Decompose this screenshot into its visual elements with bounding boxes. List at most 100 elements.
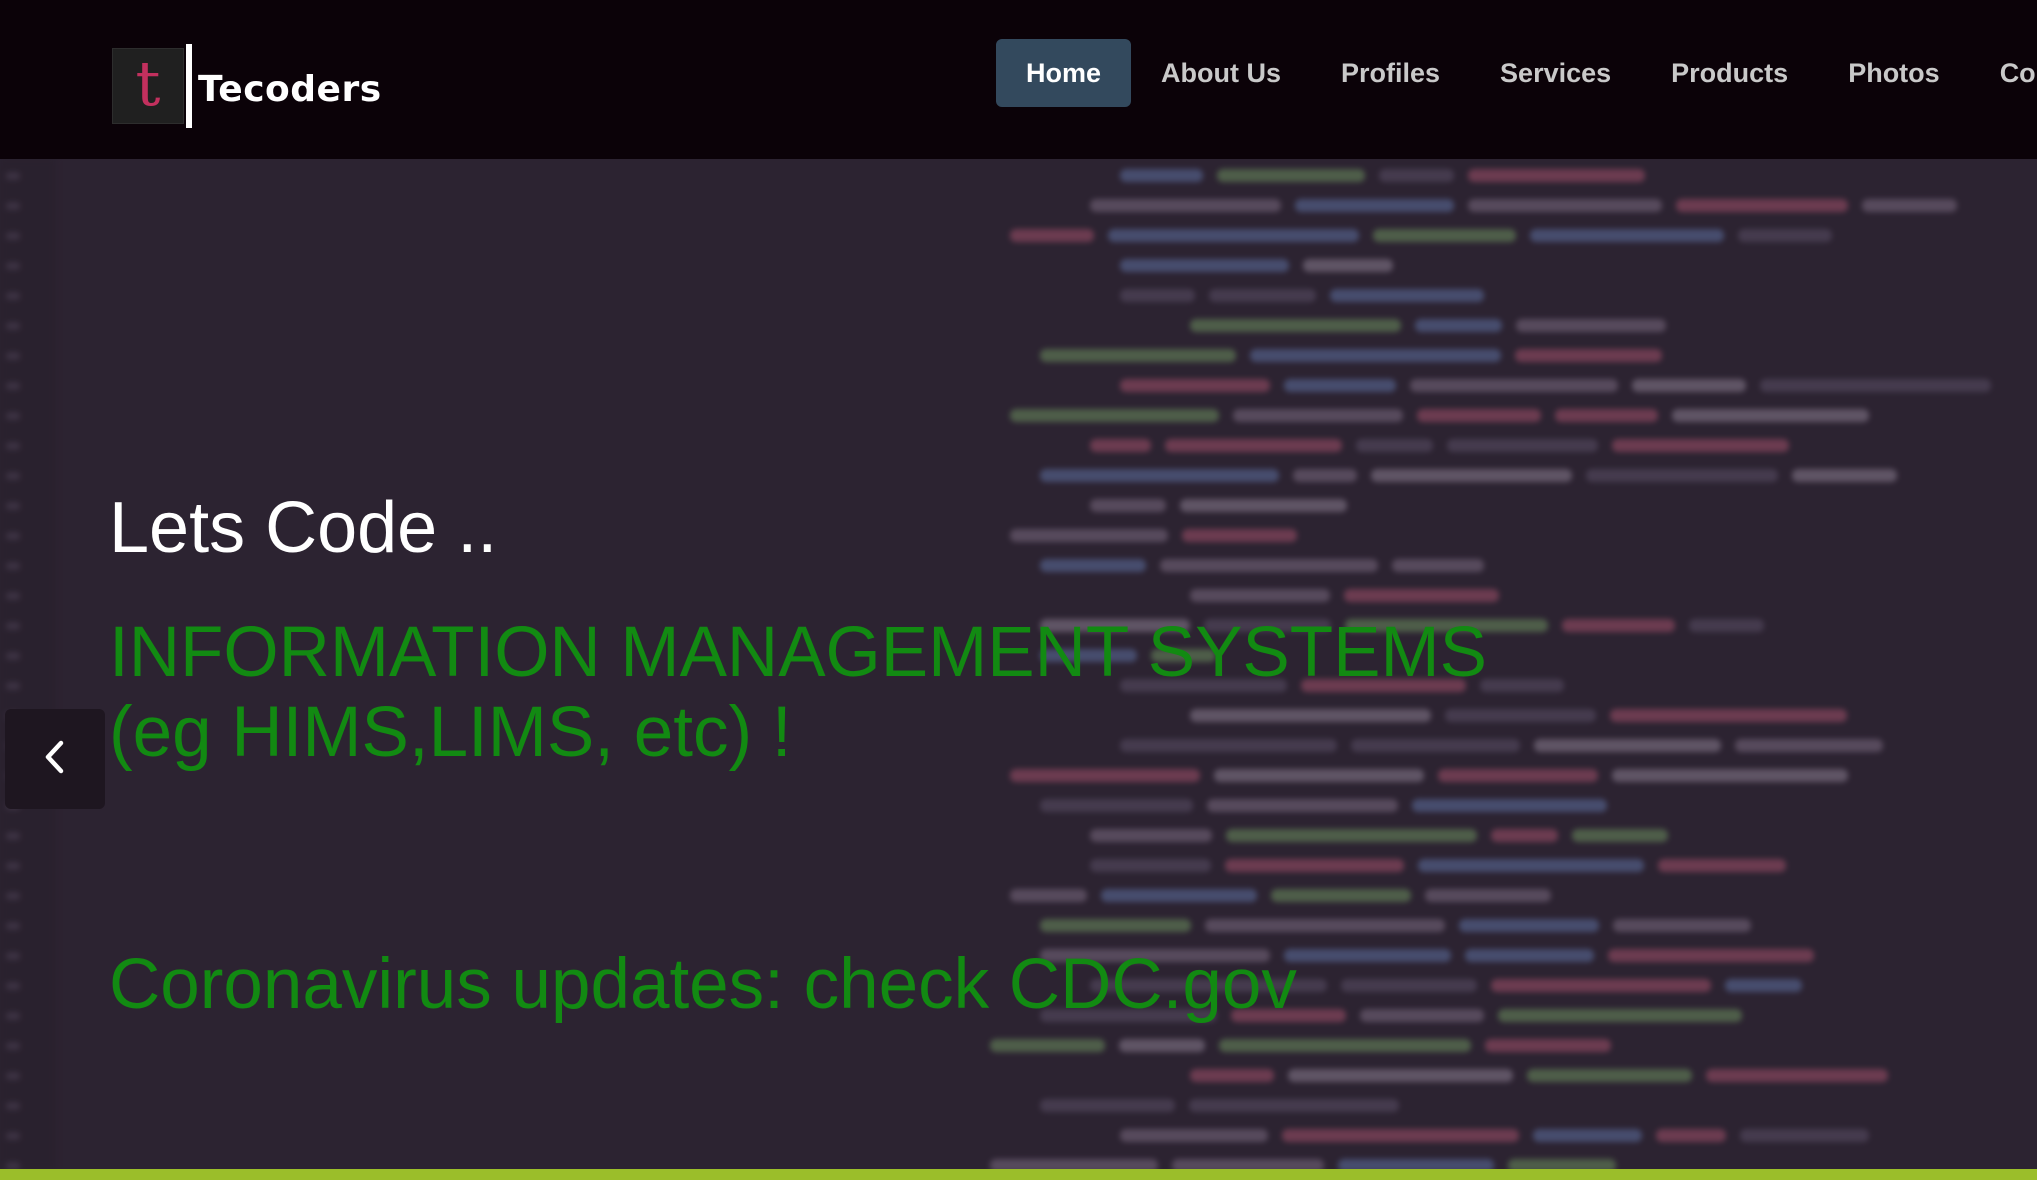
nav-item-photos[interactable]: Photos: [1818, 39, 1970, 107]
code-token: [1295, 199, 1454, 212]
code-token: [1040, 919, 1191, 932]
code-token: [1120, 1129, 1268, 1142]
code-token: [1101, 889, 1257, 902]
gutter-line-number: [6, 562, 20, 570]
code-token: [1090, 829, 1212, 842]
code-token: [1418, 859, 1644, 872]
gutter-line-number: [6, 262, 20, 270]
code-token: [1219, 1039, 1471, 1052]
code-token: [1284, 379, 1396, 392]
code-token: [1190, 589, 1330, 602]
code-token: [1090, 199, 1281, 212]
code-token: [1330, 289, 1484, 302]
code-token: [1632, 379, 1746, 392]
code-token: [1465, 949, 1594, 962]
code-token: [1656, 1129, 1726, 1142]
nav-item-home[interactable]: Home: [996, 39, 1132, 107]
code-token: [1658, 859, 1786, 872]
code-token: [1217, 169, 1365, 182]
navbar: t Tecoders Home About Us Profiles Servic…: [0, 0, 2037, 159]
code-token: [1282, 1129, 1519, 1142]
code-token: [1010, 229, 1094, 242]
code-token: [1226, 829, 1477, 842]
code-token: [1040, 469, 1279, 482]
gutter-line-number: [6, 322, 20, 330]
code-token: [1725, 979, 1802, 992]
gutter-line-number: [6, 622, 20, 630]
code-token: [990, 1039, 1105, 1052]
code-token: [1120, 169, 1203, 182]
chevron-left-icon: [41, 739, 69, 780]
nav-item-contact[interactable]: Con: [1970, 39, 2037, 107]
code-token: [1120, 259, 1289, 272]
gutter-line-number: [6, 682, 20, 690]
code-token: [990, 1159, 1158, 1169]
code-token: [1090, 859, 1211, 872]
code-token: [1040, 1099, 1175, 1112]
brand-logo[interactable]: t Tecoders: [112, 44, 382, 128]
gutter-line-number: [6, 382, 20, 390]
hero-carousel: Lets Code .. INFORMATION MANAGEMENT SYST…: [0, 159, 2037, 1169]
gutter-line-number: [6, 952, 20, 960]
code-token: [1392, 559, 1484, 572]
gutter-line-number: [6, 592, 20, 600]
logo-mark: t: [112, 48, 184, 124]
code-token: [1090, 439, 1151, 452]
page: t Tecoders Home About Us Profiles Servic…: [0, 0, 2037, 1180]
gutter-line-number: [6, 412, 20, 420]
code-token: [1356, 439, 1433, 452]
gutter-line-number: [6, 172, 20, 180]
nav-item-profiles[interactable]: Profiles: [1311, 39, 1470, 107]
code-token: [1459, 919, 1599, 932]
code-token: [1225, 859, 1404, 872]
code-token: [1344, 589, 1499, 602]
code-token: [1516, 319, 1666, 332]
gutter-line-number: [6, 1072, 20, 1080]
code-token: [1040, 799, 1193, 812]
code-token: [1250, 349, 1501, 362]
hero-title: Lets Code ..: [109, 488, 498, 568]
code-token: [1010, 529, 1168, 542]
code-token: [1410, 379, 1618, 392]
gutter-line-number: [6, 472, 20, 480]
code-token: [1572, 829, 1668, 842]
nav-item-products[interactable]: Products: [1641, 39, 1818, 107]
code-token: [1207, 799, 1398, 812]
code-token: [1498, 1009, 1742, 1022]
code-token: [1371, 469, 1572, 482]
code-token: [1090, 499, 1166, 512]
code-token: [1108, 229, 1359, 242]
brand-name: Tecoders: [198, 68, 382, 110]
code-token: [1288, 1069, 1513, 1082]
code-token: [1676, 199, 1848, 212]
code-token: [1447, 439, 1598, 452]
code-token: [1233, 409, 1403, 422]
code-token: [1172, 1159, 1324, 1169]
code-token: [1379, 169, 1454, 182]
nav-item-about-us[interactable]: About Us: [1131, 39, 1311, 107]
hero-subtitle: INFORMATION MANAGEMENT SYSTEMS (eg HIMS,…: [109, 613, 1488, 772]
code-token: [1491, 979, 1711, 992]
carousel-prev-button[interactable]: [5, 709, 105, 809]
code-token: [1040, 349, 1236, 362]
gutter-line-number: [6, 922, 20, 930]
gutter-line-number: [6, 1132, 20, 1140]
cdc-updates-link[interactable]: Coronavirus updates: check CDC.gov: [109, 949, 1297, 1020]
code-token: [1360, 1009, 1484, 1022]
code-token: [1608, 949, 1814, 962]
gutter-line-number: [6, 292, 20, 300]
code-token: [1508, 1159, 1616, 1169]
code-token: [1010, 409, 1219, 422]
code-token: [1527, 1069, 1692, 1082]
gutter-line-number: [6, 442, 20, 450]
code-token: [1485, 1039, 1611, 1052]
gutter-line-number: [6, 232, 20, 240]
code-token: [1586, 469, 1778, 482]
code-token: [1740, 1129, 1869, 1142]
code-token: [1515, 349, 1662, 362]
nav-item-services[interactable]: Services: [1470, 39, 1641, 107]
gutter-line-number: [6, 532, 20, 540]
code-token: [1612, 769, 1848, 782]
code-token: [1468, 169, 1645, 182]
code-token: [1190, 319, 1401, 332]
